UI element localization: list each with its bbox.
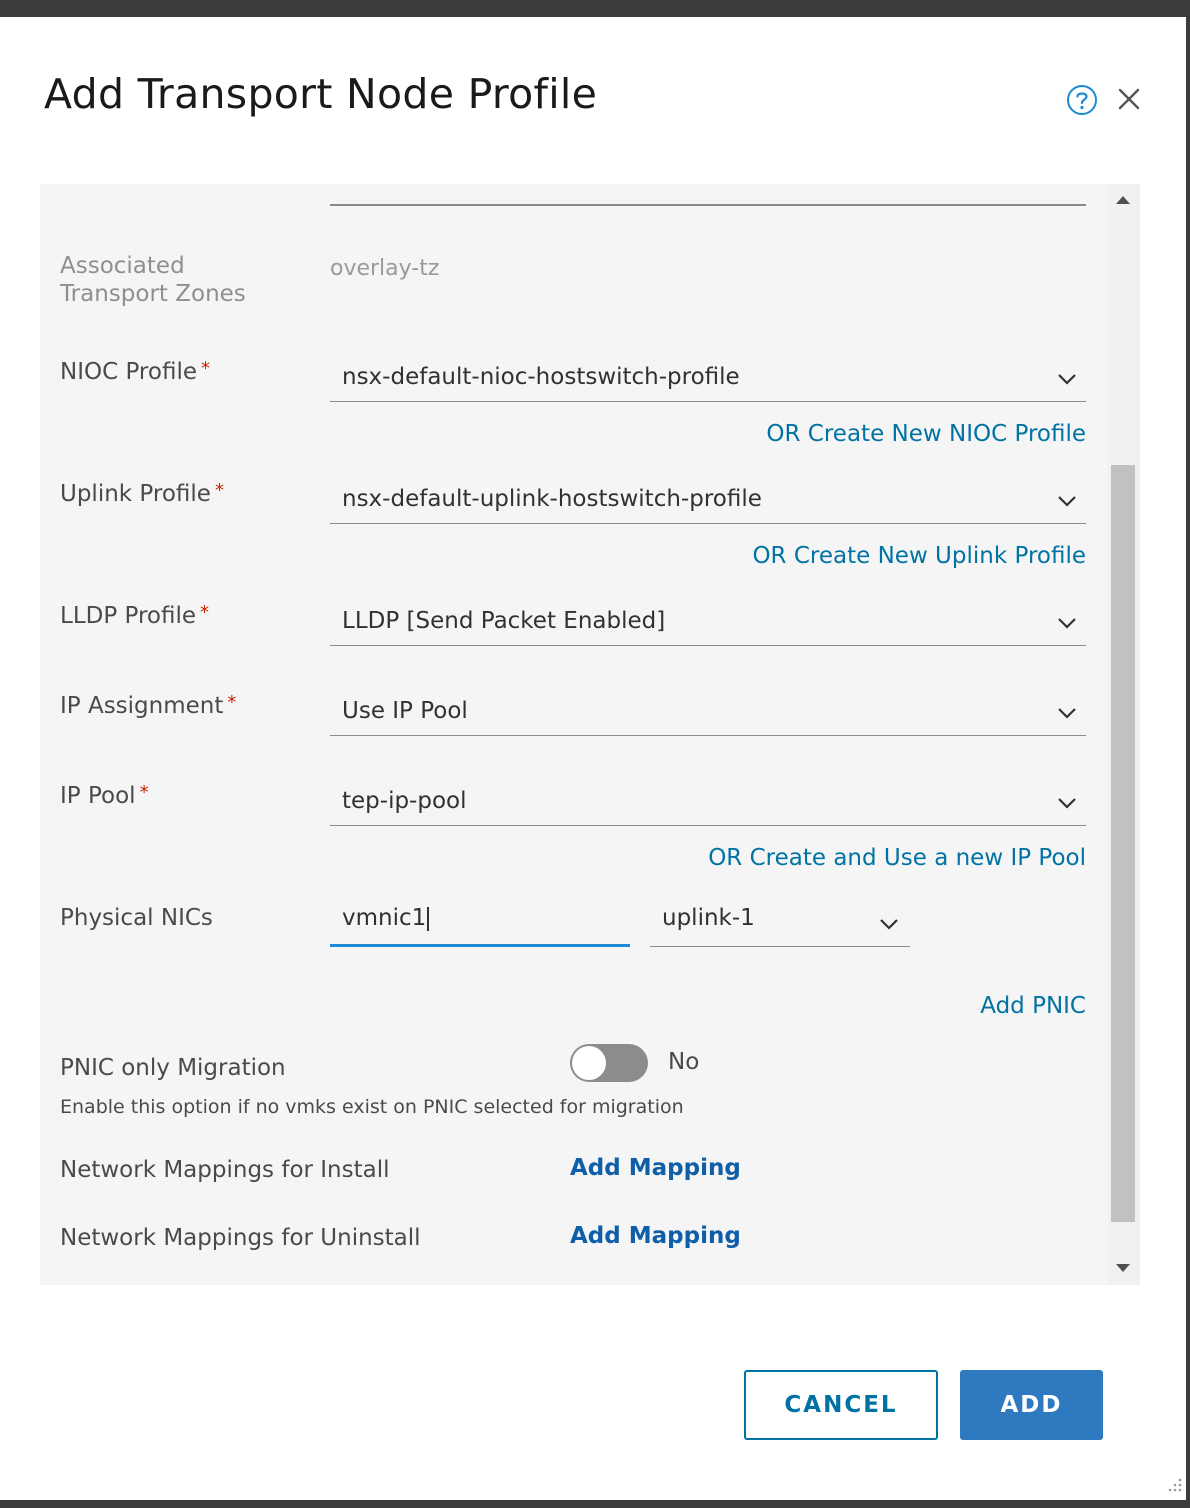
ip-assignment-label: IP Assignment * <box>60 692 237 719</box>
close-icon[interactable] <box>1116 86 1142 112</box>
create-nioc-profile-link[interactable]: OR Create New NIOC Profile <box>766 421 1086 447</box>
uplink-profile-label: Uplink Profile * <box>60 480 224 507</box>
uplink-profile-select[interactable]: nsx-default-uplink-hostswitch-profile <box>330 480 1086 524</box>
pnic-input[interactable]: vmnic1 <box>330 899 630 947</box>
add-button[interactable]: ADD <box>960 1370 1103 1440</box>
pnic-migration-toggle-text: No <box>668 1049 700 1075</box>
ip-pool-value: tep-ip-pool <box>342 788 467 814</box>
ip-assignment-value: Use IP Pool <box>342 698 468 724</box>
lldp-profile-label: LLDP Profile * <box>60 602 210 629</box>
chevron-down-icon <box>1058 618 1076 629</box>
text-caret <box>427 906 429 931</box>
add-pnic-link[interactable]: Add PNIC <box>980 993 1086 1019</box>
add-mapping-uninstall-link[interactable]: Add Mapping <box>570 1223 741 1249</box>
ip-assignment-select[interactable]: Use IP Pool <box>330 692 1086 736</box>
scroll-up-arrow-icon[interactable] <box>1116 196 1130 204</box>
window-top-bar <box>0 0 1190 17</box>
nioc-profile-select[interactable]: nsx-default-nioc-hostswitch-profile <box>330 358 1086 402</box>
pnic-migration-toggle[interactable] <box>570 1044 648 1082</box>
assoc-tz-value: overlay-tz <box>330 256 440 281</box>
chevron-down-icon <box>880 919 898 930</box>
chevron-down-icon <box>1058 374 1076 385</box>
mapping-uninstall-label: Network Mappings for Uninstall <box>60 1225 421 1251</box>
assoc-tz-label: Associated Transport Zones <box>60 253 246 307</box>
lldp-profile-select[interactable]: LLDP [Send Packet Enabled] <box>330 602 1086 646</box>
field-underline-partial <box>330 204 1086 206</box>
nioc-profile-value: nsx-default-nioc-hostswitch-profile <box>342 364 740 390</box>
chevron-down-icon <box>1058 708 1076 719</box>
help-icon[interactable] <box>1066 84 1098 116</box>
uplink-select-value: uplink-1 <box>662 905 755 931</box>
uplink-select[interactable]: uplink-1 <box>650 899 910 947</box>
ip-pool-label: IP Pool * <box>60 782 149 809</box>
add-mapping-install-link[interactable]: Add Mapping <box>570 1155 741 1181</box>
toggle-knob <box>572 1046 606 1080</box>
chevron-down-icon <box>1058 496 1076 507</box>
scrollbar-thumb[interactable] <box>1111 465 1135 1222</box>
physical-nics-label: Physical NICs <box>60 905 213 931</box>
form-scroll-panel[interactable]: Associated Transport Zones overlay-tz NI… <box>40 184 1140 1285</box>
lldp-profile-value: LLDP [Send Packet Enabled] <box>342 608 666 634</box>
pnic-migration-hint: Enable this option if no vmks exist on P… <box>60 1096 684 1118</box>
ip-pool-select[interactable]: tep-ip-pool <box>330 782 1086 826</box>
pnic-migration-label: PNIC only Migration <box>60 1055 286 1081</box>
create-uplink-profile-link[interactable]: OR Create New Uplink Profile <box>752 543 1086 569</box>
scroll-down-arrow-icon[interactable] <box>1116 1264 1130 1272</box>
nioc-profile-label: NIOC Profile * <box>60 358 210 385</box>
resize-grip-icon[interactable] <box>1164 1476 1184 1496</box>
create-ip-pool-link[interactable]: OR Create and Use a new IP Pool <box>708 845 1086 871</box>
chevron-down-icon <box>1058 798 1076 809</box>
uplink-profile-value: nsx-default-uplink-hostswitch-profile <box>342 486 762 512</box>
window-bottom-edge <box>0 1500 1190 1508</box>
window-right-edge <box>1186 0 1190 1508</box>
mapping-install-label: Network Mappings for Install <box>60 1157 390 1183</box>
cancel-button[interactable]: CANCEL <box>744 1370 938 1440</box>
pnic-input-value: vmnic1 <box>342 905 427 931</box>
dialog-title: Add Transport Node Profile <box>44 70 598 118</box>
